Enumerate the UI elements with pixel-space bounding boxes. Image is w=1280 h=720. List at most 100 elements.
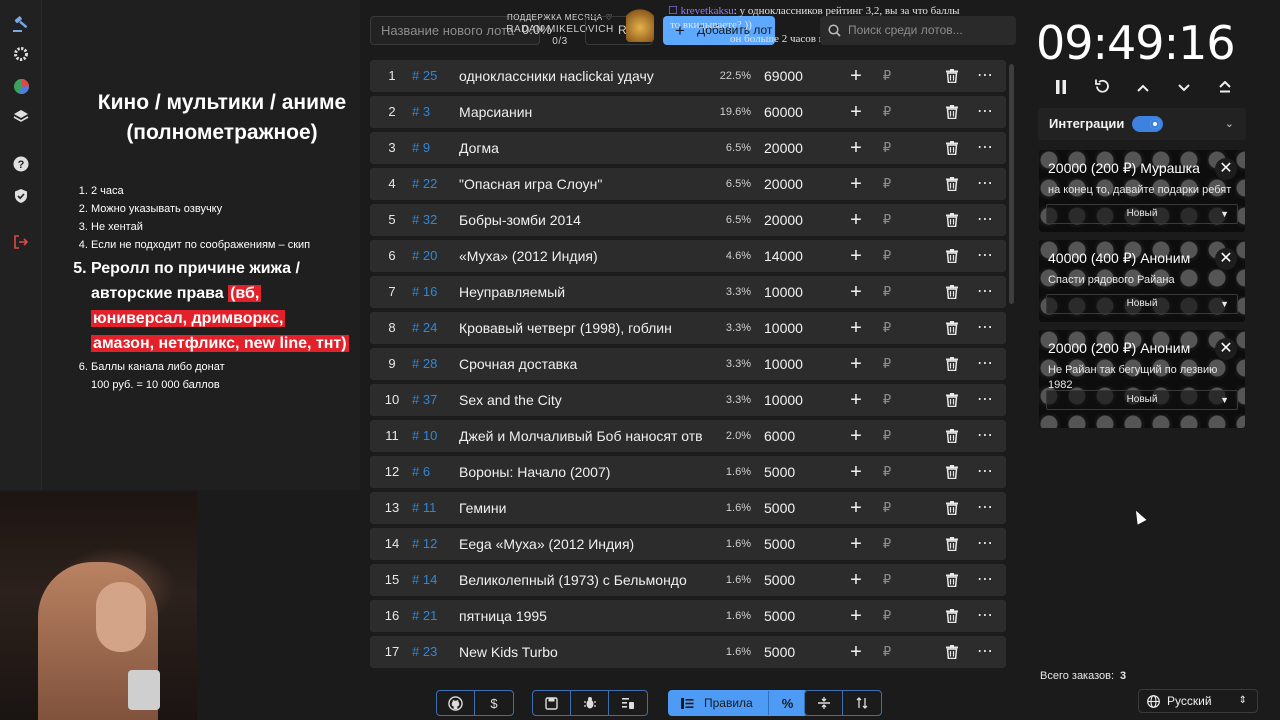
lot-id-link[interactable]: # 12: [412, 528, 437, 560]
plus-icon[interactable]: +: [848, 636, 864, 668]
lot-amount-input[interactable]: 5000: [764, 600, 834, 632]
chevron-down-icon[interactable]: ⌄: [1225, 108, 1234, 140]
lot-row[interactable]: 10 # 37 Sex and the City 3.3% 10000 + ₽ ⋯: [370, 384, 1006, 416]
lot-row[interactable]: 17 # 23 New Kids Turbo 1.6% 5000 + ₽ ⋯: [370, 636, 1006, 668]
github-icon[interactable]: [437, 691, 475, 715]
close-icon[interactable]: ✕: [1215, 158, 1237, 180]
lot-name[interactable]: Неуправляемый: [459, 276, 702, 308]
more-options-icon[interactable]: ⋯: [976, 132, 994, 164]
plus-icon[interactable]: +: [848, 96, 864, 128]
lot-row[interactable]: 11 # 10 Джей и Молчаливый Боб наносят отве…: [370, 420, 1006, 452]
lot-row[interactable]: 13 # 11 Гемини 1.6% 5000 + ₽ ⋯: [370, 492, 1006, 524]
trash-icon[interactable]: [944, 168, 960, 200]
integrations-header[interactable]: Интеграции ⌄: [1038, 108, 1246, 140]
lot-id-link[interactable]: # 11: [412, 492, 436, 524]
lot-amount-input[interactable]: 10000: [764, 348, 834, 380]
ruble-icon[interactable]: ₽: [880, 456, 894, 488]
lot-name[interactable]: Кровавый четверг (1998), гоблин: [459, 312, 702, 344]
clear-list-icon[interactable]: [609, 691, 647, 715]
bug-icon[interactable]: [571, 691, 609, 715]
lot-id-link[interactable]: # 37: [412, 384, 437, 416]
ruble-icon[interactable]: ₽: [880, 60, 894, 92]
close-icon[interactable]: ✕: [1215, 248, 1237, 270]
plus-icon[interactable]: +: [848, 348, 864, 380]
trash-icon[interactable]: [944, 276, 960, 308]
lot-amount-input[interactable]: 5000: [764, 636, 834, 668]
lot-name[interactable]: «Муха» (2012 Индия): [459, 240, 702, 272]
plus-icon[interactable]: +: [848, 60, 864, 92]
lot-name[interactable]: Великолепный (1973) с Бельмондо: [459, 564, 702, 596]
more-options-icon[interactable]: ⋯: [976, 96, 994, 128]
trash-icon[interactable]: [944, 636, 960, 668]
ruble-icon[interactable]: ₽: [880, 276, 894, 308]
trash-icon[interactable]: [944, 96, 960, 128]
lot-amount-input[interactable]: 5000: [764, 528, 834, 560]
lot-name[interactable]: New Kids Turbo: [459, 636, 702, 668]
lot-id-link[interactable]: # 28: [412, 348, 437, 380]
ruble-icon[interactable]: ₽: [880, 492, 894, 524]
lot-row[interactable]: 8 # 24 Кровавый четверг (1998), гоблин 3.3%…: [370, 312, 1006, 344]
lot-id-link[interactable]: # 22: [412, 168, 437, 200]
lot-amount-input[interactable]: 6000: [764, 420, 834, 452]
lot-name[interactable]: Марсианин: [459, 96, 702, 128]
lot-id-link[interactable]: # 20: [412, 240, 437, 272]
lot-amount-input[interactable]: 5000: [764, 492, 834, 524]
lot-name[interactable]: Бобры-зомби 2014: [459, 204, 702, 236]
ruble-icon[interactable]: ₽: [880, 564, 894, 596]
shield-check-icon[interactable]: [11, 188, 31, 208]
plus-icon[interactable]: +: [848, 564, 864, 596]
ruble-icon[interactable]: ₽: [880, 96, 894, 128]
trash-icon[interactable]: [944, 240, 960, 272]
more-options-icon[interactable]: ⋯: [976, 204, 994, 236]
chevron-down-icon[interactable]: [1173, 74, 1195, 100]
lot-row[interactable]: 14 # 12 Eega «Муха» (2012 Индия) 1.6% 5000 + ₽…: [370, 528, 1006, 560]
lot-row[interactable]: 15 # 14 Великолепный (1973) с Бельмондо 1.6…: [370, 564, 1006, 596]
lot-id-link[interactable]: # 14: [412, 564, 437, 596]
lot-name[interactable]: Срочная доставка: [459, 348, 702, 380]
more-options-icon[interactable]: ⋯: [976, 528, 994, 560]
ruble-icon[interactable]: ₽: [880, 600, 894, 632]
lot-row[interactable]: 7 # 16 Неуправляемый 3.3% 10000 + ₽ ⋯: [370, 276, 1006, 308]
ruble-icon[interactable]: ₽: [880, 240, 894, 272]
plus-icon[interactable]: +: [848, 204, 864, 236]
more-options-icon[interactable]: ⋯: [976, 60, 994, 92]
more-options-icon[interactable]: ⋯: [976, 384, 994, 416]
lot-amount-input[interactable]: 5000: [764, 456, 834, 488]
donation-status-select[interactable]: Новый ▼: [1046, 204, 1238, 224]
ruble-icon[interactable]: ₽: [880, 384, 894, 416]
trash-icon[interactable]: [944, 60, 960, 92]
lot-id-link[interactable]: # 9: [412, 132, 430, 164]
plus-icon[interactable]: +: [848, 492, 864, 524]
chevron-up-icon[interactable]: [1132, 74, 1154, 100]
plus-icon[interactable]: +: [848, 384, 864, 416]
lot-amount-input[interactable]: 14000: [764, 240, 834, 272]
lot-name[interactable]: Джей и Молчаливый Боб наносят ответный у…: [459, 420, 702, 452]
lot-name[interactable]: пятница 1995: [459, 600, 702, 632]
trash-icon[interactable]: [944, 600, 960, 632]
donation-status-select[interactable]: Новый ▼: [1046, 390, 1238, 410]
trash-icon[interactable]: [944, 204, 960, 236]
lot-name[interactable]: Догма: [459, 132, 702, 164]
lot-amount-input[interactable]: 69000: [764, 60, 834, 92]
lot-name[interactable]: "Опасная игра Слоун": [459, 168, 702, 200]
more-options-icon[interactable]: ⋯: [976, 456, 994, 488]
rules-button[interactable]: Правила: [669, 691, 769, 715]
help-icon[interactable]: ?: [11, 156, 31, 176]
lot-row[interactable]: 1 # 25 одноклассники наclickai удачу 22.5% 6…: [370, 60, 1006, 92]
lot-id-link[interactable]: # 3: [412, 96, 430, 128]
ruble-icon[interactable]: ₽: [880, 636, 894, 668]
trash-icon[interactable]: [944, 456, 960, 488]
split-icon[interactable]: [805, 691, 843, 715]
lot-amount-input[interactable]: 20000: [764, 132, 834, 164]
trash-icon[interactable]: [944, 312, 960, 344]
more-options-icon[interactable]: ⋯: [976, 600, 994, 632]
more-options-icon[interactable]: ⋯: [976, 492, 994, 524]
language-select[interactable]: Русский ⇕: [1138, 689, 1258, 713]
plus-icon[interactable]: +: [848, 456, 864, 488]
lot-row[interactable]: 2 # 3 Марсианин 19.6% 60000 + ₽ ⋯: [370, 96, 1006, 128]
lot-name[interactable]: Sex and the City: [459, 384, 702, 416]
plus-icon[interactable]: +: [848, 276, 864, 308]
ruble-icon[interactable]: ₽: [880, 348, 894, 380]
integrations-toggle[interactable]: [1132, 116, 1163, 132]
more-options-icon[interactable]: ⋯: [976, 276, 994, 308]
